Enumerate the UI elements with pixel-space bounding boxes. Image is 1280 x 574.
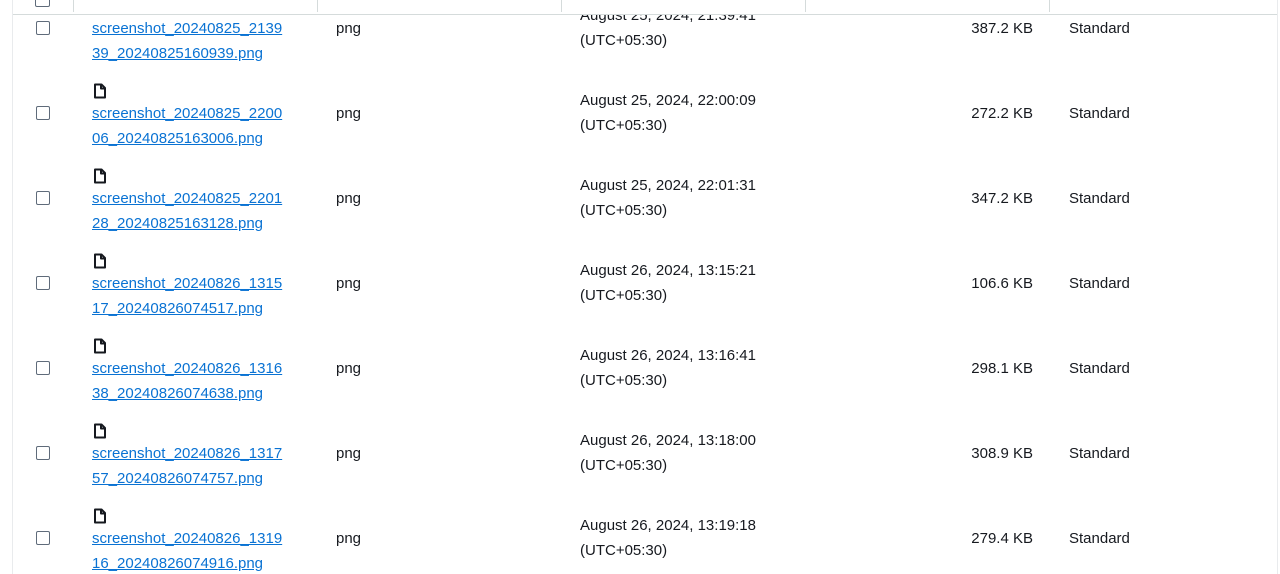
storage-class: Standard [1069, 360, 1130, 377]
storage-class: Standard [1069, 530, 1130, 547]
object-name-line-1: screenshot_20240826_1317 [92, 445, 283, 462]
table-row: screenshot_20240826_1315 17_202408260745… [13, 240, 1277, 326]
table-row: screenshot_20240826_1317 57_202408260747… [13, 410, 1277, 496]
file-icon [94, 168, 106, 184]
object-size: 387.2 KB [971, 20, 1033, 37]
last-modified-timezone: (UTC+05:30) [580, 117, 668, 134]
object-type: png [336, 445, 362, 462]
object-name-line-1: screenshot_20240826_1315 [92, 275, 283, 292]
row-checkbox[interactable] [36, 446, 50, 460]
table-row: screenshot_20240826_1319 16_202408260749… [13, 495, 1277, 574]
object-name-link[interactable]: screenshot_20240825_2139 39_202408251609… [92, 16, 312, 66]
column-divider[interactable] [1049, 0, 1050, 12]
object-name-line-1: screenshot_20240825_2139 [92, 20, 283, 37]
object-size: 347.2 KB [971, 190, 1033, 207]
object-name-line-2: 38_20240826074638.png [92, 385, 264, 402]
object-size: 308.9 KB [971, 445, 1033, 462]
column-divider[interactable] [805, 0, 806, 12]
row-checkbox[interactable] [36, 191, 50, 205]
last-modified: August 26, 2024, 13:15:21 (UTC+05:30) [580, 258, 810, 308]
file-icon [94, 83, 106, 99]
last-modified: August 26, 2024, 13:18:00 (UTC+05:30) [580, 428, 810, 478]
last-modified-date: August 26, 2024, 13:16:41 [580, 347, 756, 364]
last-modified-date: August 25, 2024, 22:00:09 [580, 92, 756, 109]
last-modified-timezone: (UTC+05:30) [580, 202, 668, 219]
storage-class: Standard [1069, 190, 1130, 207]
table-row: screenshot_20240825_2201 28_202408251631… [13, 155, 1277, 241]
object-type: png [336, 190, 362, 207]
object-name-link[interactable]: screenshot_20240825_2201 28_202408251631… [92, 186, 312, 236]
last-modified: August 26, 2024, 13:19:18 (UTC+05:30) [580, 513, 810, 563]
last-modified-timezone: (UTC+05:30) [580, 542, 668, 559]
object-type: png [336, 360, 362, 377]
column-divider[interactable] [73, 0, 74, 12]
s3-objects-page: screenshot_20240825_2139 39_202408251609… [0, 0, 1280, 574]
object-name-link[interactable]: screenshot_20240826_1317 57_202408260747… [92, 441, 312, 491]
object-type: png [336, 530, 362, 547]
object-name-link[interactable]: screenshot_20240825_2200 06_202408251630… [92, 101, 312, 151]
storage-class: Standard [1069, 275, 1130, 292]
file-icon [94, 338, 106, 354]
row-checkbox[interactable] [36, 276, 50, 290]
object-name-link[interactable]: screenshot_20240826_1315 17_202408260745… [92, 271, 312, 321]
storage-class: Standard [1069, 20, 1130, 37]
last-modified-timezone: (UTC+05:30) [580, 457, 668, 474]
object-name-line-1: screenshot_20240826_1316 [92, 360, 283, 377]
file-icon [94, 508, 106, 524]
object-name-line-2: 57_20240826074757.png [92, 470, 264, 487]
row-checkbox[interactable] [36, 361, 50, 375]
select-all-checkbox[interactable] [35, 0, 50, 7]
file-icon [94, 423, 106, 439]
object-name-line-2: 06_20240825163006.png [92, 130, 264, 147]
object-name-line-1: screenshot_20240825_2200 [92, 105, 283, 122]
last-modified-timezone: (UTC+05:30) [580, 287, 668, 304]
row-checkbox[interactable] [36, 531, 50, 545]
object-size: 272.2 KB [971, 105, 1033, 122]
last-modified: August 25, 2024, 22:01:31 (UTC+05:30) [580, 173, 810, 223]
storage-class: Standard [1069, 105, 1130, 122]
objects-table: screenshot_20240825_2139 39_202408251609… [12, 0, 1278, 574]
last-modified: August 26, 2024, 13:16:41 (UTC+05:30) [580, 343, 810, 393]
object-size: 106.6 KB [971, 275, 1033, 292]
object-name-line-2: 17_20240826074517.png [92, 300, 264, 317]
object-size: 279.4 KB [971, 530, 1033, 547]
object-type: png [336, 105, 362, 122]
storage-class: Standard [1069, 445, 1130, 462]
object-size: 298.1 KB [971, 360, 1033, 377]
file-icon [94, 253, 106, 269]
object-type: png [336, 275, 362, 292]
object-name-line-2: 39_20240825160939.png [92, 45, 264, 62]
last-modified-timezone: (UTC+05:30) [580, 372, 668, 389]
last-modified-date: August 26, 2024, 13:15:21 [580, 262, 756, 279]
last-modified-timezone: (UTC+05:30) [580, 32, 668, 49]
column-divider[interactable] [561, 0, 562, 12]
table-row: screenshot_20240825_2200 06_202408251630… [13, 70, 1277, 156]
object-type: png [336, 20, 362, 37]
object-name-link[interactable]: screenshot_20240826_1316 38_202408260746… [92, 356, 312, 406]
last-modified-date: August 25, 2024, 22:01:31 [580, 177, 756, 194]
last-modified-date: August 26, 2024, 13:18:00 [580, 432, 756, 449]
object-name-line-2: 28_20240825163128.png [92, 215, 264, 232]
object-name-line-2: 16_20240826074916.png [92, 555, 264, 572]
last-modified: August 25, 2024, 22:00:09 (UTC+05:30) [580, 88, 810, 138]
object-name-link[interactable]: screenshot_20240826_1319 16_202408260749… [92, 526, 312, 574]
table-header [13, 0, 1277, 15]
last-modified-date: August 26, 2024, 13:19:18 [580, 517, 756, 534]
table-row: screenshot_20240826_1316 38_202408260746… [13, 325, 1277, 411]
object-name-line-1: screenshot_20240825_2201 [92, 190, 283, 207]
row-checkbox[interactable] [36, 106, 50, 120]
object-name-line-1: screenshot_20240826_1319 [92, 530, 283, 547]
column-divider[interactable] [317, 0, 318, 12]
row-checkbox[interactable] [36, 21, 50, 35]
